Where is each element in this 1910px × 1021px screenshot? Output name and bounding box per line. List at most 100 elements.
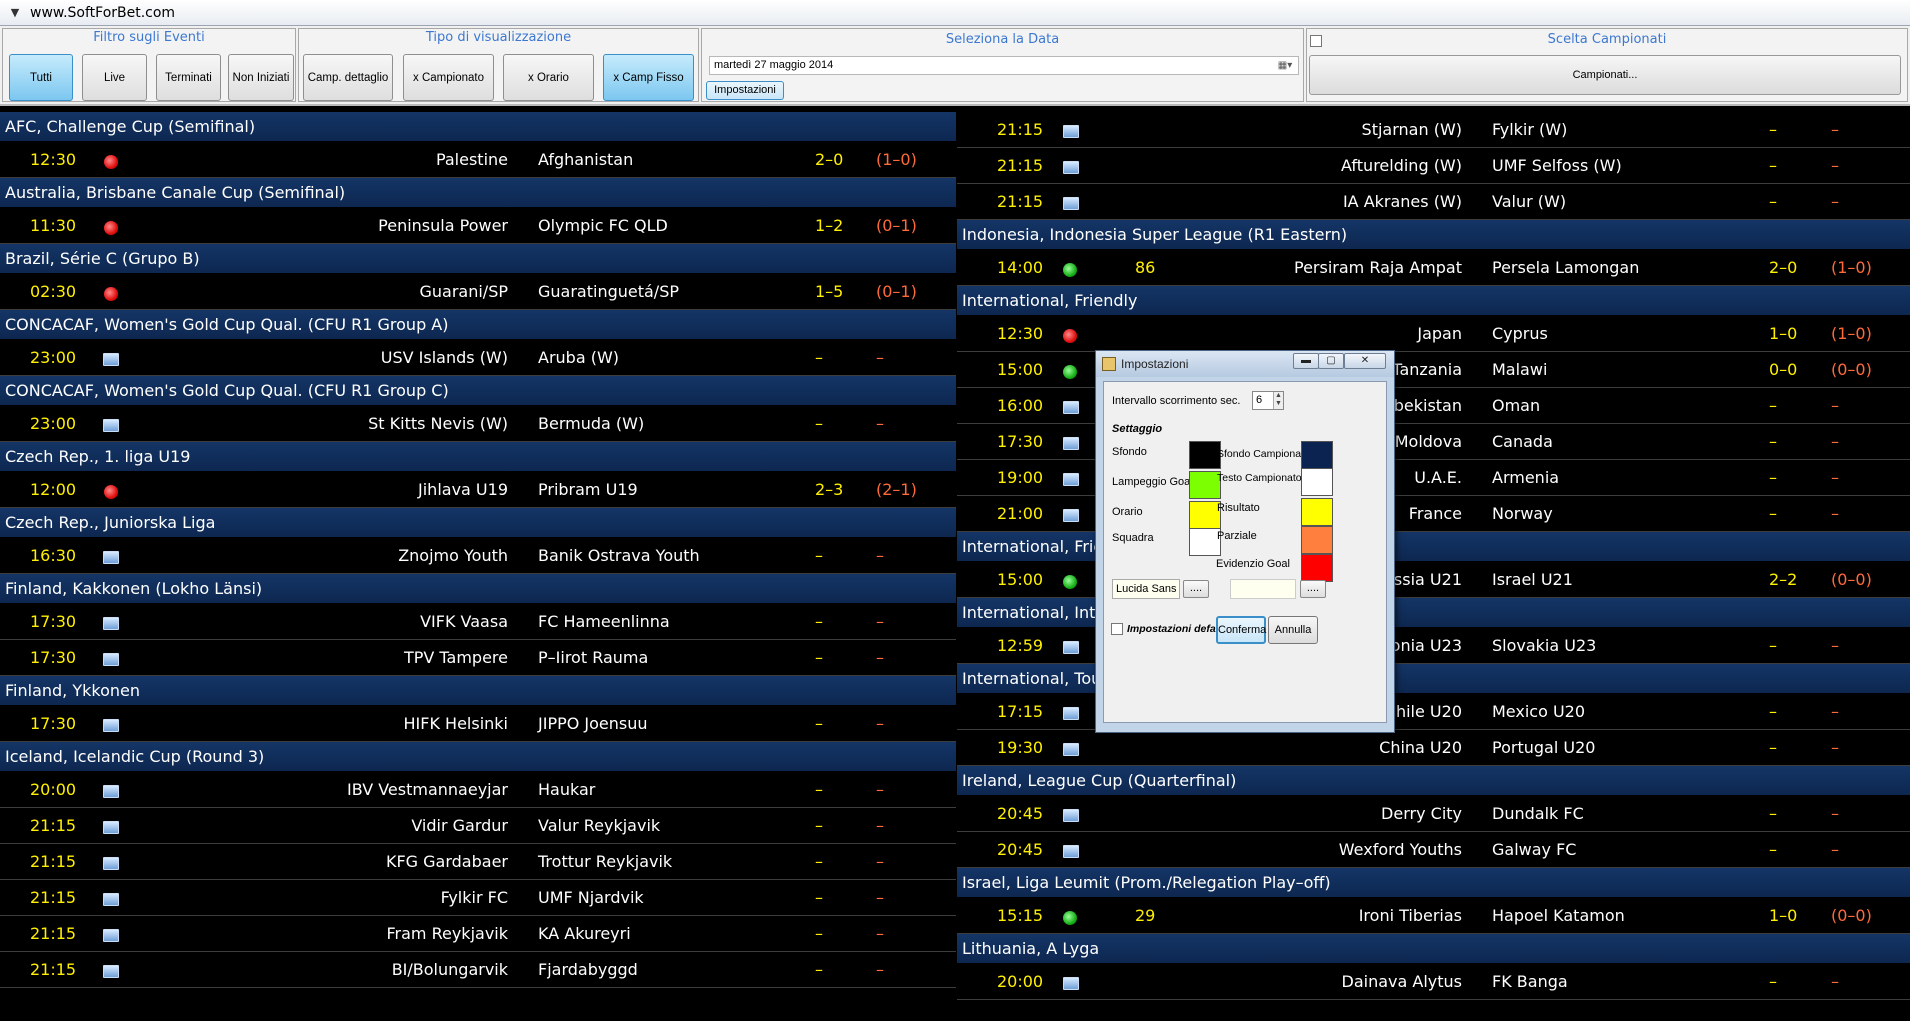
match-row[interactable]: 19:30 China U20 Portugal U20 – – <box>957 730 1910 766</box>
window-title: www.SoftForBet.com <box>30 4 176 21</box>
tv-icon <box>1063 509 1079 522</box>
calendar-dropdown-icon[interactable]: ▦▾ <box>1274 58 1296 73</box>
view-camp-fisso-button[interactable]: x Camp Fisso <box>603 54 694 101</box>
halftime-score: – <box>1831 432 1839 451</box>
view-orario-button[interactable]: x Orario <box>503 54 594 101</box>
match-row[interactable]: 21:15 IA Akranes (W) Valur (W) – – <box>957 184 1910 220</box>
live-red-icon <box>104 221 118 235</box>
tv-icon <box>1063 707 1079 720</box>
match-row[interactable]: 21:15 Fram Reykjavik KA Akureyri – – <box>0 916 956 952</box>
match-row[interactable]: 15:15 29 Ironi Tiberias Hapoel Katamon 1–0 (0… <box>957 898 1910 934</box>
color-testo-campionato-swatch[interactable] <box>1301 468 1333 496</box>
match-row[interactable]: 17:30 HIFK Helsinki JIPPO Joensuu – – <box>0 706 956 742</box>
match-row[interactable]: 12:30 Palestine Afghanistan 2–0 (1–0) <box>0 142 956 178</box>
match-row[interactable]: 12:00 Jihlava U19 Pribram U19 2–3 (2–1) <box>0 472 956 508</box>
match-time: 20:45 <box>997 804 1044 823</box>
view-group: Tipo di visualizzazione Camp. dettaglio … <box>298 28 699 102</box>
championships-button[interactable]: Campionati... <box>1309 55 1901 95</box>
font-field[interactable]: Lucida Sans Un <box>1112 579 1180 599</box>
filter-terminati-button[interactable]: Terminati <box>156 54 221 101</box>
font-picker-button[interactable]: .... <box>1183 580 1209 598</box>
league-header: Iceland, Icelandic Cup (Round 3) <box>0 742 956 771</box>
match-row[interactable]: 21:15 Vidir Gardur Valur Reykjavik – – <box>0 808 956 844</box>
home-team: Stjarnan (W) <box>1361 120 1462 139</box>
match-score: – <box>1769 468 1777 487</box>
halftime-score: – <box>1831 120 1839 139</box>
left-match-list[interactable]: AFC, Challenge Cup (Semifinal) 12:30 Pales… <box>0 112 956 1021</box>
league-header: International, Friendly <box>957 286 1910 315</box>
match-row[interactable]: 21:15 BI/Bolungarvik Fjardabyggd – – <box>0 952 956 988</box>
match-row[interactable]: 17:30 TPV Tampere P–Iirot Rauma – – <box>0 640 956 676</box>
live-red-icon <box>1063 329 1077 343</box>
tv-icon <box>1063 473 1079 486</box>
match-time: 15:00 <box>997 360 1044 379</box>
cancel-button[interactable]: Annulla <box>1268 616 1318 644</box>
match-row[interactable]: 20:00 IBV Vestmannaeyjar Haukar – – <box>0 772 956 808</box>
away-team: Oman <box>1492 396 1541 415</box>
filter-non-iniziati-button[interactable]: Non Iniziati <box>228 54 294 101</box>
match-row[interactable]: 20:45 Wexford Youths Galway FC – – <box>957 832 1910 868</box>
view-campionato-button[interactable]: x Campionato <box>403 54 494 101</box>
away-team: Guaratinguetá/SP <box>538 282 679 301</box>
label-orario: Orario <box>1112 506 1143 518</box>
match-score: – <box>1769 432 1777 451</box>
match-row[interactable]: 21:15 KFG Gardabaer Trottur Reykjavik – – <box>0 844 956 880</box>
live-green-icon <box>1063 575 1077 589</box>
match-time: 11:30 <box>30 216 77 235</box>
match-score: – <box>815 714 823 733</box>
chevron-down-icon[interactable]: ▼ <box>0 6 30 19</box>
away-team: Armenia <box>1492 468 1560 487</box>
match-row[interactable]: 20:45 Derry City Dundalk FC – – <box>957 796 1910 832</box>
minimize-icon[interactable]: ▬ <box>1293 353 1319 369</box>
view-camp-dettaglio-button[interactable]: Camp. dettaglio <box>303 54 393 101</box>
dialog-body: Intervallo scorrimento sec. 6 ▲ ▼ Settagg… <box>1103 381 1387 723</box>
match-time: 19:00 <box>997 468 1044 487</box>
away-team: Banik Ostrava Youth <box>538 546 700 565</box>
match-row[interactable]: 21:15 Fylkir FC UMF Njardvik – – <box>0 880 956 916</box>
match-row[interactable]: 02:30 Guarani/SP Guaratinguetá/SP 1–5 (0–1) <box>0 274 956 310</box>
home-team: Vidir Gardur <box>411 816 508 835</box>
match-row[interactable]: 23:00 USV Islands (W) Aruba (W) – – <box>0 340 956 376</box>
match-time: 17:30 <box>30 612 77 631</box>
maximize-icon[interactable]: ▢ <box>1318 353 1344 369</box>
close-icon[interactable]: ✕ <box>1344 353 1386 369</box>
tv-icon <box>1063 437 1079 450</box>
halftime-score: – <box>876 648 884 667</box>
default-settings-checkbox[interactable] <box>1111 623 1123 635</box>
match-row[interactable]: 14:00 86 Persiram Raja Ampat Persela Lamong… <box>957 250 1910 286</box>
home-team: IBV Vestmannaeyjar <box>346 780 508 799</box>
match-row[interactable]: 17:30 VIFK Vaasa FC Hameenlinna – – <box>0 604 956 640</box>
match-row[interactable]: 20:00 Dainava Alytus FK Banga – – <box>957 964 1910 1000</box>
away-team: Valur Reykjavik <box>538 816 661 835</box>
color-sfondo-campionato-swatch[interactable] <box>1301 441 1333 469</box>
color-parziale-swatch[interactable] <box>1301 526 1333 554</box>
match-row[interactable]: 23:00 St Kitts Nevis (W) Bermuda (W) – – <box>0 406 956 442</box>
extra-field[interactable] <box>1230 579 1296 599</box>
match-minute: 29 <box>1135 906 1156 925</box>
match-score: – <box>815 924 823 943</box>
tv-icon <box>1063 401 1079 414</box>
away-team: Pribram U19 <box>538 480 638 499</box>
away-team: Aruba (W) <box>538 348 620 367</box>
match-row[interactable]: 16:30 Znojmo Youth Banik Ostrava Youth – – <box>0 538 956 574</box>
match-score: – <box>1769 396 1777 415</box>
match-row[interactable]: 11:30 Peninsula Power Olympic FC QLD 1–2 (0–… <box>0 208 956 244</box>
interval-stepper[interactable]: 6 ▲ ▼ <box>1252 391 1284 410</box>
confirm-button[interactable]: Conferma <box>1216 616 1266 644</box>
color-evidenzio-swatch[interactable] <box>1301 554 1333 582</box>
filter-tutti-button[interactable]: Tutti <box>9 54 73 101</box>
spin-arrows-icon[interactable]: ▲ ▼ <box>1273 392 1283 409</box>
settings-button[interactable]: Impostazioni <box>706 81 784 100</box>
home-team: Tanzania <box>1392 360 1462 379</box>
date-picker[interactable]: martedì 27 maggio 2014 ▦▾ <box>709 56 1299 75</box>
league-header: Ireland, League Cup (Quarterfinal) <box>957 766 1910 795</box>
extra-picker-button[interactable]: .... <box>1300 580 1326 598</box>
match-row[interactable]: 12:30 Japan Cyprus 1–0 (1–0) <box>957 316 1910 352</box>
match-row[interactable]: 21:15 Afturelding (W) UMF Selfoss (W) – – <box>957 148 1910 184</box>
filter-live-button[interactable]: Live <box>82 54 147 101</box>
match-score: 2–2 <box>1769 570 1798 589</box>
match-score: – <box>815 546 823 565</box>
color-risultato-swatch[interactable] <box>1301 498 1333 526</box>
match-row[interactable]: 21:15 Stjarnan (W) Fylkir (W) – – <box>957 112 1910 148</box>
label-parziale: Parziale <box>1217 530 1257 542</box>
